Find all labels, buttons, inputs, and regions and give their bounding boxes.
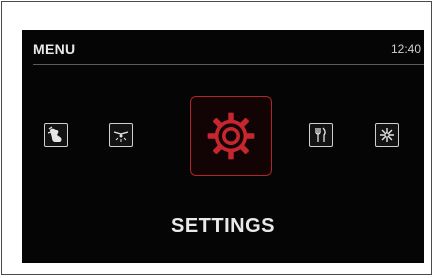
menu-item-freeze[interactable] [375, 123, 399, 147]
gear-icon [207, 112, 255, 160]
utensils-icon [315, 127, 326, 142]
menu-item-light[interactable] [109, 123, 133, 147]
clock-time: 12:40 [390, 42, 421, 56]
menu-item-hand[interactable] [44, 123, 68, 147]
menu-item-settings[interactable] [190, 96, 272, 176]
selected-item-label: SETTINGS [170, 215, 275, 237]
device-frame: MENU 12:40 SETTINGS [1, 1, 432, 275]
hand-tap-icon [47, 126, 62, 142]
status-bar: MENU 12:40 [22, 30, 424, 64]
menu-title: MENU [33, 41, 76, 57]
menu-item-utensils[interactable] [309, 123, 333, 147]
header-divider [33, 64, 424, 65]
display-screen: MENU 12:40 SETTINGS [22, 30, 424, 263]
light-icon [113, 131, 129, 142]
snowflake-icon [380, 128, 394, 142]
